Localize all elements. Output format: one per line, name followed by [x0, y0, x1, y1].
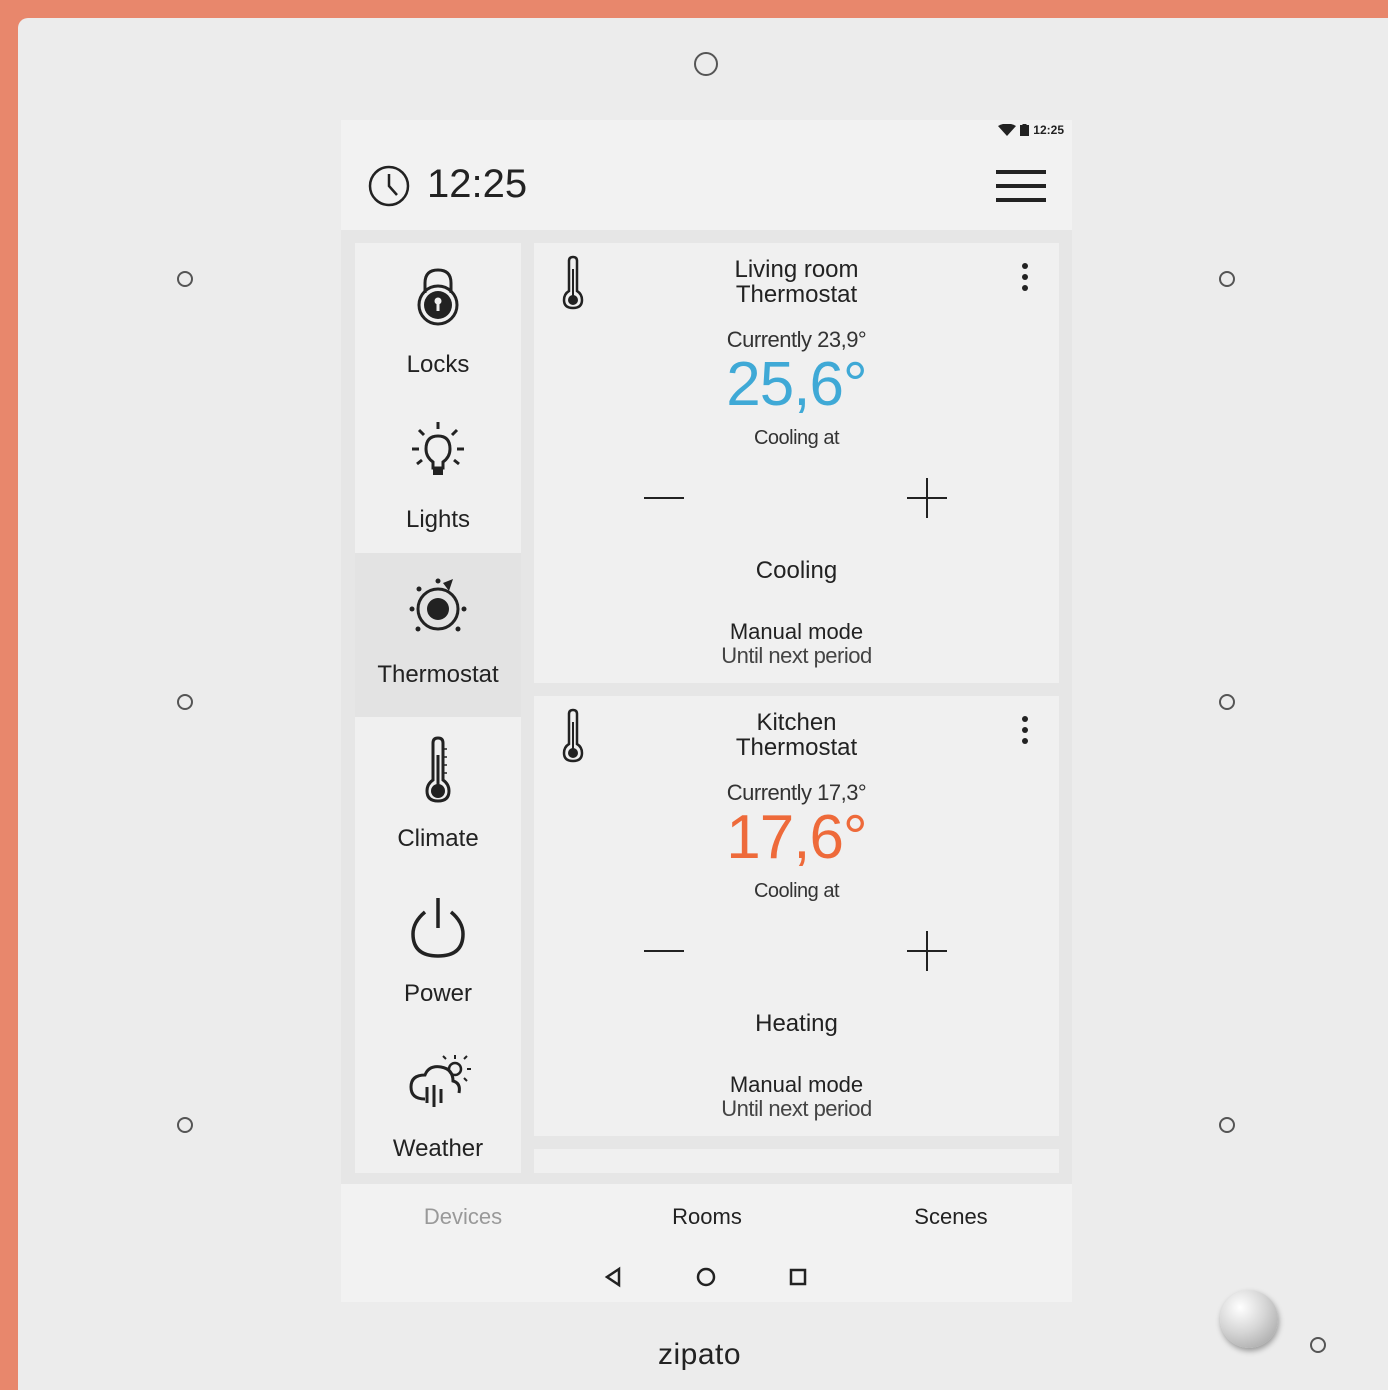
sidebar-item-label: Climate — [397, 825, 479, 852]
tab-devices[interactable]: Devices — [383, 1204, 543, 1230]
schedule-mode-detail: Until next period — [721, 1096, 872, 1121]
setpoint-caption: Cooling at — [753, 880, 840, 902]
bottom-tab-bar: Devices Rooms Scenes — [341, 1184, 1072, 1252]
thermometer-icon — [425, 736, 451, 803]
mounting-screw — [1219, 694, 1235, 710]
thermostat-list: Living room Thermostat Currently 23,9° 2… — [534, 243, 1059, 1173]
status-time: 12:25 — [1033, 123, 1064, 137]
sidebar-item-label: Lights — [405, 506, 471, 533]
schedule-mode-detail: Until next period — [721, 643, 872, 668]
mounting-screw — [1219, 271, 1235, 287]
mounting-screw — [177, 271, 193, 287]
hvac-mode[interactable]: Cooling — [534, 557, 1059, 585]
card-title: Living room Thermostat — [734, 256, 859, 308]
sidebar-item-power[interactable]: Power — [355, 872, 521, 1027]
thermostat-card-kitchen: Kitchen Thermostat Currently 17,3° 17,6°… — [534, 696, 1059, 1136]
decrease-temperature-button[interactable] — [642, 936, 686, 966]
sidebar-item-weather[interactable]: Weather — [355, 1027, 521, 1182]
category-sidebar: Locks Lights Thermostat Climate Power We… — [355, 243, 521, 1173]
more-options-button[interactable] — [1015, 263, 1035, 299]
sidebar-item-label: Locks — [406, 351, 470, 378]
hamburger-menu-button[interactable] — [996, 168, 1046, 204]
hardware-button[interactable] — [1220, 1290, 1278, 1348]
status-bar: 12:25 — [341, 120, 1072, 142]
lock-icon — [417, 268, 459, 326]
schedule-mode[interactable]: Manual mode — [534, 1072, 1059, 1098]
back-icon[interactable] — [601, 1264, 627, 1290]
sidebar-item-label: Thermostat — [377, 661, 499, 688]
tablet-screen: 12:25 12:25 Locks Lights Thermostat Clim… — [341, 120, 1072, 1302]
sidebar-item-locks[interactable]: Locks — [355, 243, 521, 398]
clock-icon — [368, 165, 410, 207]
top-bar: 12:25 — [341, 142, 1072, 230]
sidebar-item-climate[interactable]: Climate — [355, 717, 521, 872]
recents-icon[interactable] — [785, 1264, 811, 1290]
hvac-mode[interactable]: Heating — [534, 1010, 1059, 1038]
thermostat-icon — [409, 578, 467, 632]
schedule-mode[interactable]: Manual mode — [534, 619, 1059, 645]
setpoint-temperature: 17,6° — [726, 803, 867, 872]
thermostat-card-partial — [534, 1149, 1059, 1173]
card-title: Kitchen Thermostat — [735, 709, 858, 761]
system-nav-bar — [341, 1252, 1072, 1302]
thermostat-card-living-room: Living room Thermostat Currently 23,9° 2… — [534, 243, 1059, 683]
tab-rooms[interactable]: Rooms — [627, 1204, 787, 1230]
sidebar-item-thermostat[interactable]: Thermostat — [355, 553, 521, 717]
mounting-screw — [1219, 1117, 1235, 1133]
sidebar-item-label: Weather — [392, 1135, 484, 1162]
more-options-button[interactable] — [1015, 716, 1035, 752]
clock-time: 12:25 — [427, 162, 528, 206]
decrease-temperature-button[interactable] — [642, 483, 686, 513]
home-icon[interactable] — [693, 1264, 719, 1290]
wifi-icon — [998, 124, 1017, 136]
battery-icon — [1020, 124, 1030, 136]
weather-icon — [409, 1055, 471, 1107]
mounting-screw — [1310, 1337, 1326, 1353]
increase-temperature-button[interactable] — [906, 930, 948, 972]
mounting-screw — [177, 694, 193, 710]
setpoint-temperature: 25,6° — [726, 350, 867, 419]
sidebar-item-label: Power — [403, 980, 473, 1007]
tab-scenes[interactable]: Scenes — [871, 1204, 1031, 1230]
mounting-screw — [177, 1117, 193, 1133]
setpoint-caption: Cooling at — [753, 427, 840, 449]
camera-lens — [694, 52, 718, 76]
sidebar-item-lights[interactable]: Lights — [355, 398, 521, 553]
increase-temperature-button[interactable] — [906, 477, 948, 519]
brand-logo: zipato — [658, 1338, 742, 1371]
lightbulb-icon — [412, 422, 464, 475]
power-icon — [411, 898, 465, 958]
